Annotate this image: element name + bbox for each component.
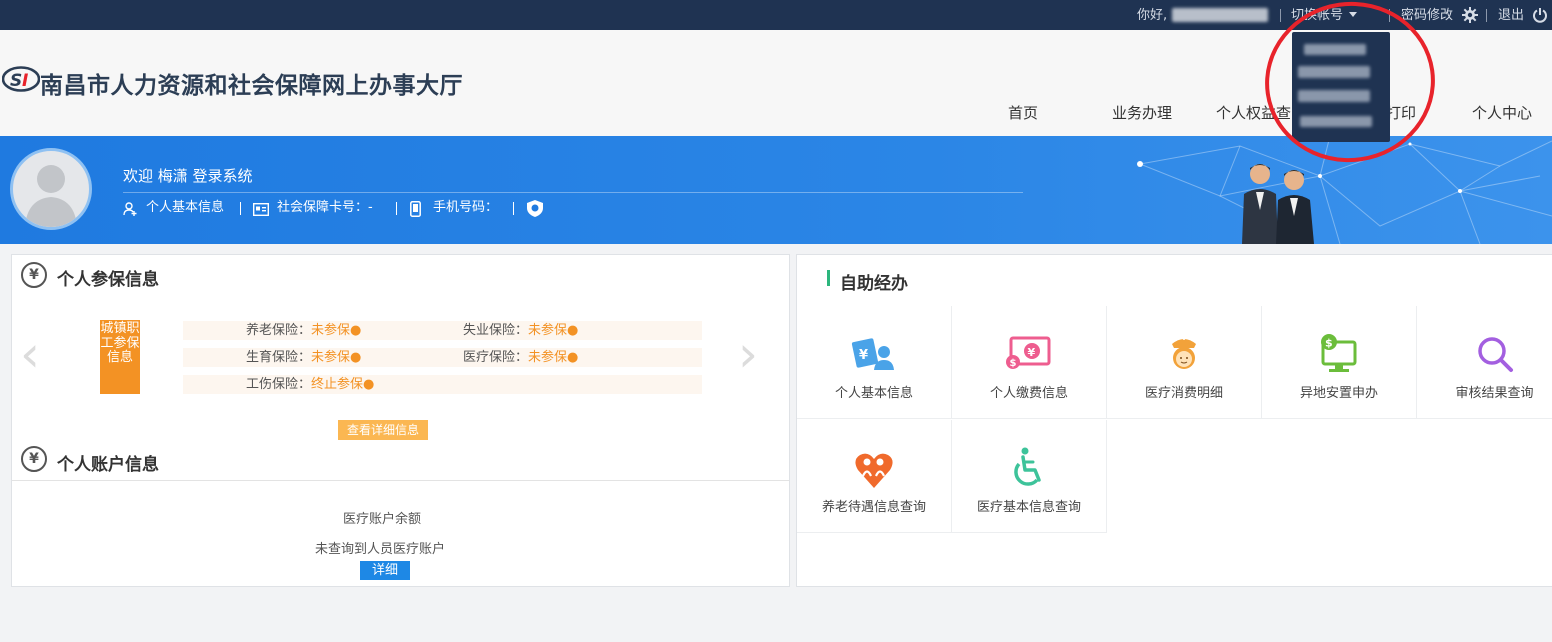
dropdown-item-masked[interactable] — [1298, 66, 1370, 78]
pension-insurance-status: 养老保险：未参保● — [246, 323, 362, 338]
user-silhouette-icon — [25, 165, 77, 227]
nav-home[interactable]: 首页 — [1008, 102, 1038, 123]
account-detail-button[interactable]: 详细 — [360, 561, 410, 580]
view-detail-button[interactable]: 查看详细信息 — [338, 420, 428, 440]
dropdown-item-masked[interactable] — [1304, 44, 1366, 55]
monitor-money-icon: $ — [1321, 334, 1357, 372]
wheelchair-icon — [1014, 447, 1041, 486]
service-medical-detail[interactable]: 医疗消费明细 — [1107, 306, 1262, 419]
masked-username — [1172, 8, 1268, 22]
greeting-text: 你好, — [1137, 8, 1168, 23]
businessmen-illustration — [1242, 164, 1314, 244]
site-title: 南昌市人力资源和社会保障网上办事大厅 — [40, 73, 463, 99]
nav-personal-center[interactable]: 个人中心 — [1472, 102, 1532, 123]
service-medical-basic-query[interactable]: 医疗基本信息查询 — [952, 420, 1107, 533]
injury-insurance-status: 工伤保险：终止参保● — [246, 377, 375, 392]
welcome-text: 欢迎 梅潇 登录系统 — [123, 167, 253, 185]
basic-info-link[interactable]: 个人基本信息 — [146, 199, 224, 217]
heart-people-icon — [855, 453, 893, 488]
account-not-found-text: 未查询到人员医疗账户 — [315, 542, 446, 557]
svg-text:I: I — [22, 71, 28, 91]
insurance-title: 个人参保信息 — [57, 270, 159, 290]
yen-icon: ¥ — [21, 446, 47, 472]
payment-icon: ¥ $ — [1006, 336, 1051, 369]
unemployment-insurance-status: 失业保险：未参保● — [463, 323, 579, 338]
ss-card-number: 社会保障卡号：- — [277, 200, 373, 215]
user-add-icon — [123, 202, 137, 216]
si-logo-icon: S I — [2, 66, 40, 92]
svg-text:¥: ¥ — [1028, 346, 1036, 359]
change-password-link[interactable]: 密码修改 — [1401, 0, 1453, 30]
account-title: 个人账户信息 — [57, 455, 159, 475]
yen-icon: ¥ — [21, 262, 47, 288]
carousel-prev-arrow[interactable]: ‹ — [20, 329, 40, 379]
dropdown-item-masked[interactable] — [1300, 116, 1372, 127]
top-bar: 你好, 切换帐号 密码修改 退出 — [0, 0, 1552, 30]
maternity-insurance-status: 生育保险：未参保● — [246, 350, 362, 365]
user-banner: 欢迎 梅潇 登录系统 个人基本信息 社会保障卡号：- 手机号码： — [0, 136, 1552, 244]
nurse-icon — [1172, 336, 1196, 369]
carousel-next-arrow[interactable]: › — [738, 329, 758, 379]
svg-text:$: $ — [1325, 337, 1333, 350]
service-pension-query[interactable]: 养老待遇信息查询 — [797, 420, 952, 533]
mobile-phone-icon — [410, 201, 421, 217]
insurance-type-tag: 城镇职工参保信息 — [100, 320, 140, 394]
switch-account-menu[interactable]: 切换帐号 — [1291, 0, 1358, 30]
nav-rights-query[interactable]: 个人权益查 — [1216, 102, 1291, 123]
svg-text:S: S — [10, 71, 22, 91]
svg-text:¥: ¥ — [859, 348, 868, 363]
phone-number: 手机号码： — [433, 200, 499, 215]
magnifier-icon — [1477, 337, 1513, 372]
id-card-icon: ¥ — [851, 338, 894, 370]
card-icon — [253, 203, 269, 216]
service-basic-info[interactable]: ¥ 个人基本信息 — [797, 306, 952, 419]
dropdown-item-masked[interactable] — [1298, 90, 1370, 102]
medical-balance-label: 医疗账户余额 — [343, 512, 422, 527]
service-audit-result[interactable]: 审核结果查询 — [1417, 306, 1552, 419]
logout-link[interactable]: 退出 — [1498, 0, 1524, 30]
nav-print[interactable]: 打印 — [1386, 102, 1416, 123]
avatar — [10, 148, 92, 230]
shield-icon — [527, 200, 543, 217]
caret-down-icon — [1349, 12, 1358, 17]
switch-account-dropdown — [1292, 32, 1390, 142]
power-icon[interactable] — [1532, 7, 1548, 23]
svg-text:$: $ — [1010, 358, 1017, 369]
medical-insurance-status: 医疗保险：未参保● — [463, 350, 579, 365]
gear-icon[interactable] — [1462, 7, 1478, 23]
self-service-title: 自助经办 — [840, 274, 908, 294]
service-payment-info[interactable]: ¥ $ 个人缴费信息 — [952, 306, 1107, 419]
service-relocation[interactable]: $ 异地安置申办 — [1262, 306, 1417, 419]
nav-business[interactable]: 业务办理 — [1112, 102, 1172, 123]
